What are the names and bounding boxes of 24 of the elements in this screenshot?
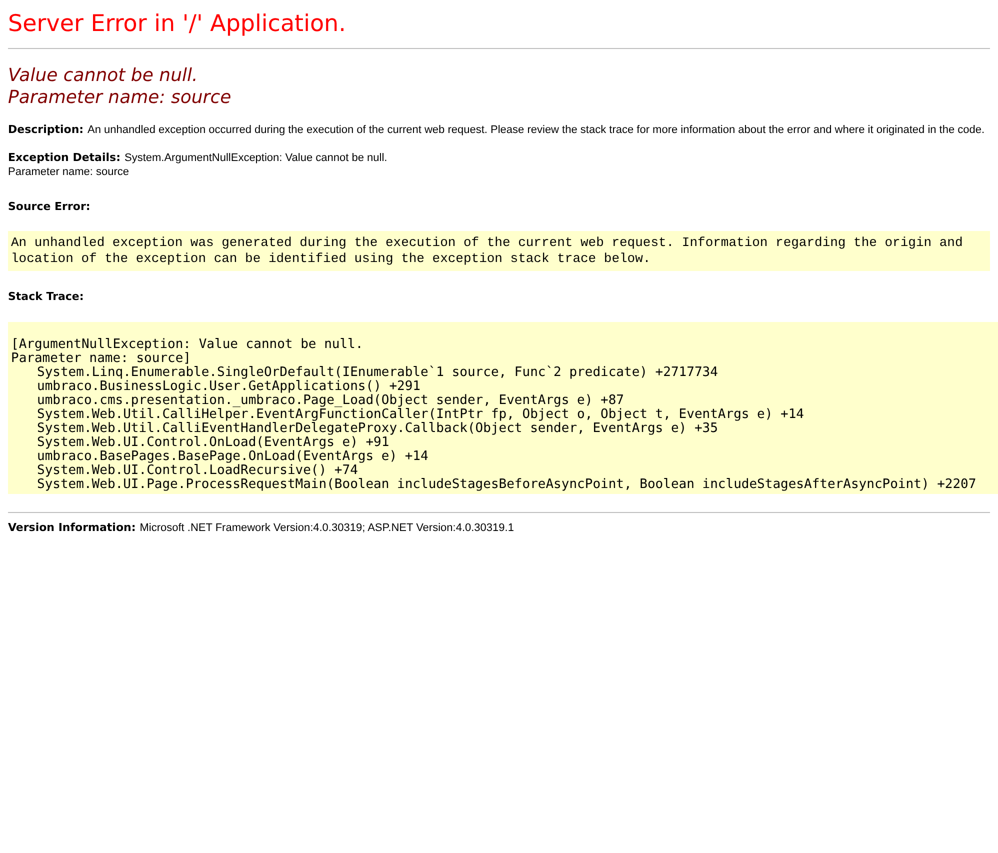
version-text: Microsoft .NET Framework Version:4.0.30319; ASP.NET Version:4.0.30319.1 bbox=[140, 522, 514, 534]
page-title: Server Error in '/' Application. bbox=[8, 10, 347, 38]
stack-trace-line: Parameter name: source] bbox=[11, 352, 192, 366]
section-label: Exception Details: bbox=[8, 151, 120, 164]
stack-trace-line: umbraco.BasePages.BasePage.OnLoad(EventArgs e) +14 bbox=[36, 450, 430, 464]
stack-trace-line: System.Web.UI.Control.OnLoad(EventArgs e) +91 bbox=[36, 436, 390, 450]
description-text: An unhandled exception occurred during the execution of the current web request. Please review the stack trace for more information about the error and where it originated in the code. bbox=[88, 124, 985, 136]
section-label: Description: bbox=[8, 123, 84, 136]
stack-trace-line: System.Web.UI.Control.LoadRecursive() +74 bbox=[36, 464, 359, 478]
exception-text: Parameter name: source bbox=[8, 165, 130, 179]
section-label: Version Information: bbox=[8, 521, 136, 534]
section-label: Stack Trace: bbox=[8, 290, 84, 303]
stack-trace-line: [ArgumentNullException: Value cannot be null. bbox=[11, 338, 364, 352]
stack-trace-line: System.Web.Util.CalliHelper.EventArgFunctionCaller(IntPtr fp, Object o, Object t, EventArgs e) +14 bbox=[36, 408, 806, 422]
stack-trace-line: System.Linq.Enumerable.SingleOrDefault(IEnumerable`1 source, Func`2 predicate) +2717734 bbox=[36, 366, 719, 380]
stack-trace-line: System.Web.UI.Page.ProcessRequestMain(Boolean includeStagesBeforeAsyncPoint, Boolean includeStagesAfterAsyncPoint) +2207 bbox=[36, 478, 978, 492]
stack-trace-line: umbraco.cms.presentation._umbraco.Page_Load(Object sender, EventArgs e) +87 bbox=[36, 394, 625, 408]
error-heading: Parameter name: source bbox=[8, 87, 232, 109]
error-heading: Value cannot be null. bbox=[8, 65, 199, 87]
stack-trace-line: umbraco.BusinessLogic.User.GetApplications() +291 bbox=[36, 380, 422, 394]
exception-text: System.ArgumentNullException: Value cannot be null. bbox=[124, 152, 388, 164]
stack-trace-line: System.Web.Util.CalliEventHandlerDelegateProxy.Callback(Object sender, EventArgs e) +35 bbox=[36, 422, 719, 436]
source-error-text: An unhandled exception was generated during the execution of the current web request. Information regarding the origin and location of the exception can be identified using the exception stack trace below. bbox=[11, 235, 964, 267]
section-label: Source Error: bbox=[8, 200, 90, 213]
